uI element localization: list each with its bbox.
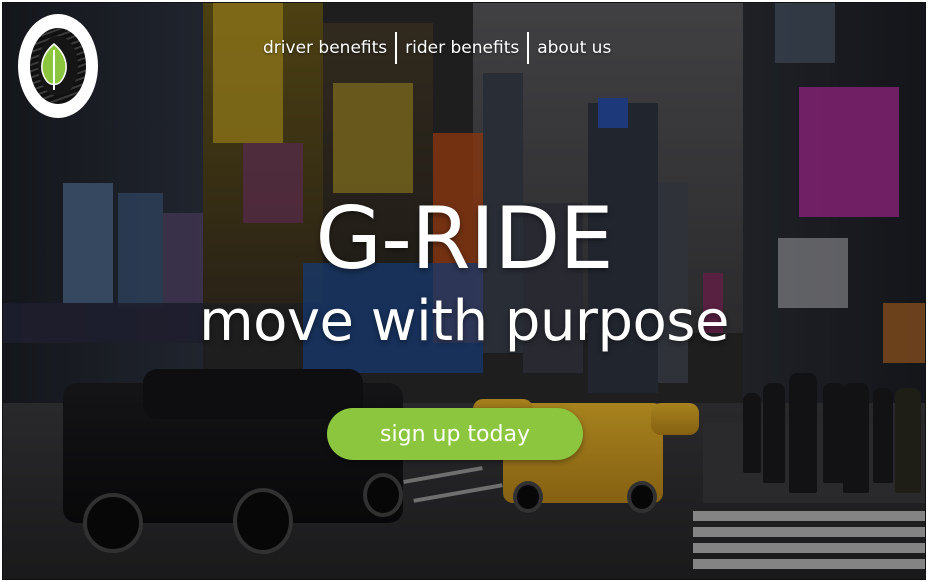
leaf-icon [41, 43, 67, 90]
nav-link-driver-benefits[interactable]: driver benefits [255, 37, 395, 59]
brand-logo[interactable] [18, 14, 98, 118]
sign-up-button[interactable]: sign up today [327, 408, 583, 460]
hero-tagline: move with purpose [199, 289, 729, 354]
hero-title: G-RIDE [315, 189, 613, 289]
page-frame: driver benefits rider benefits about us … [2, 2, 926, 580]
nav-link-about-us[interactable]: about us [529, 37, 619, 59]
main-nav: driver benefits rider benefits about us [255, 32, 619, 64]
nav-link-rider-benefits[interactable]: rider benefits [397, 37, 527, 59]
